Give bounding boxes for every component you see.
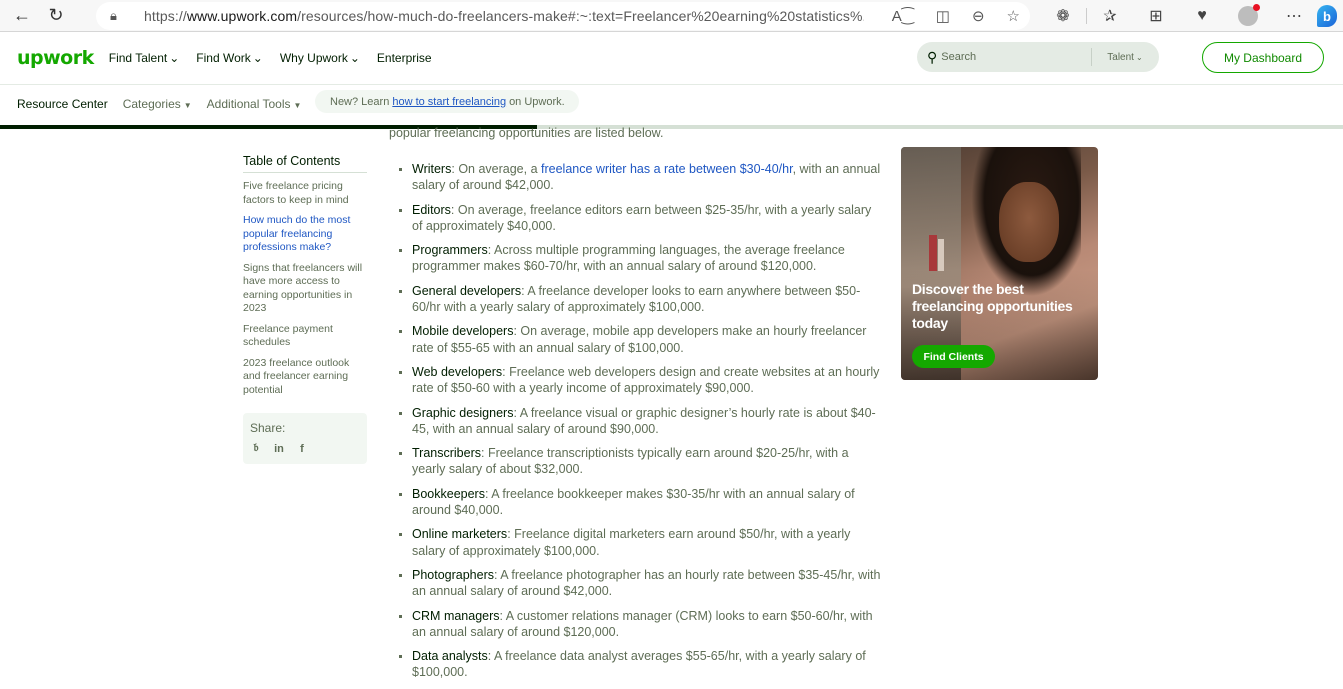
profession-term: Web developers	[412, 364, 503, 379]
toc-item[interactable]: Freelance payment schedules	[243, 323, 367, 350]
list-item: Editors: On average, freelance editors e…	[398, 202, 883, 235]
upwork-logo[interactable]: upwork	[17, 47, 94, 69]
profession-term: Graphic designers	[412, 405, 514, 420]
profile-icon[interactable]	[1225, 4, 1271, 26]
extensions-icon[interactable]: ❁	[1040, 6, 1086, 26]
browser-toolbar: ← ↻ 🔒︎ https://www.upwork.com/resources/…	[0, 0, 1343, 32]
profession-term: Online marketers	[412, 527, 508, 542]
back-icon[interactable]: ←	[5, 0, 39, 32]
toc-item[interactable]: How much do the most popular freelancing…	[243, 214, 367, 255]
bing-icon[interactable]: b	[1317, 5, 1343, 27]
twitter-icon[interactable]: 𝔟	[250, 442, 262, 455]
list-item: Photographers: A freelance photographer …	[398, 567, 883, 600]
search-divider	[1091, 48, 1093, 66]
resource-subnav: Resource Center Categories ▼ Additional T…	[0, 85, 1343, 122]
immersive-reader-icon[interactable]: ◫	[936, 7, 950, 25]
list-item: CRM managers: A customer relations manag…	[398, 608, 883, 641]
address-bar[interactable]: 🔒︎ https://www.upwork.com/resources/how-…	[96, 2, 1030, 30]
nav-why-upwork[interactable]: Why Upwork ⌄	[280, 51, 360, 65]
promo-suffix: on Upwork.	[509, 95, 565, 108]
table-of-contents: Table of Contents Five freelance pricing…	[243, 154, 367, 464]
url-text[interactable]: https://www.upwork.com/resources/how-muc…	[144, 8, 864, 24]
toc-title: Table of Contents	[243, 154, 367, 173]
toc-item[interactable]: Five freelance pricing factors to keep i…	[243, 180, 367, 207]
site-header: upwork Find Talent ⌄ Find Work ⌄ Why Upwor…	[0, 32, 1343, 85]
my-dashboard-button[interactable]: My Dashboard	[1202, 42, 1324, 73]
health-icon[interactable]: ♥	[1179, 7, 1225, 25]
ad-image-face	[999, 182, 1059, 262]
inline-link[interactable]: freelance writer has a rate between $30-…	[541, 162, 793, 176]
search-input[interactable]	[941, 51, 1092, 63]
profession-description: On average, freelance editors earn betwe…	[412, 202, 872, 233]
profession-term: Programmers	[412, 243, 488, 258]
more-icon[interactable]: ⋯	[1271, 6, 1317, 26]
caret-down-icon: ▼	[293, 100, 302, 110]
refresh-icon[interactable]: ↻	[39, 0, 73, 32]
list-item: Mobile developers: On average, mobile ap…	[398, 323, 883, 356]
profession-term: Mobile developers	[412, 324, 514, 339]
start-freelancing-link[interactable]: how to start freelancing	[392, 96, 506, 108]
ad-image-book	[929, 235, 937, 271]
ad-image-book	[938, 239, 944, 271]
intro-text: popular freelancing opportunities are li…	[389, 126, 664, 140]
additional-tools-dropdown[interactable]: Additional Tools ▼	[207, 97, 302, 111]
promo-prefix: New? Learn	[330, 95, 390, 108]
nav-enterprise[interactable]: Enterprise	[377, 51, 432, 65]
categories-dropdown[interactable]: Categories ▼	[123, 97, 192, 111]
chevron-down-icon: ⌄	[349, 51, 360, 65]
collections-icon[interactable]: ⊞	[1133, 6, 1179, 26]
profession-term: Photographers	[412, 567, 495, 582]
search-category-dropdown[interactable]: Talent ⌄	[1107, 52, 1142, 63]
nav-find-talent[interactable]: Find Talent ⌄	[109, 51, 180, 65]
profession-term: Bookkeepers	[412, 486, 485, 501]
ad-title: Discover the best freelancing opportunit…	[912, 281, 1073, 331]
share-label: Share:	[250, 421, 286, 435]
toc-item[interactable]: 2023 freelance outlook and freelancer ea…	[243, 357, 367, 398]
caret-down-icon: ▼	[183, 100, 192, 110]
list-item: Online marketers: Freelance digital mark…	[398, 526, 883, 559]
promo-banner: New? Learn how to start freelancing on U…	[315, 90, 579, 113]
list-item: Web developers: Freelance web developers…	[398, 364, 883, 397]
search-box: ⚲ Talent⌄	[917, 42, 1159, 72]
ad-card[interactable]: Discover the best freelancing opportunit…	[901, 147, 1098, 380]
profession-term: General developers	[412, 283, 522, 298]
profession-term: Data analysts	[412, 649, 488, 664]
nav-find-work[interactable]: Find Work ⌄	[196, 51, 263, 65]
share-box: Share: 𝔟 in f	[243, 413, 367, 464]
profession-term: Transcribers	[412, 446, 481, 461]
facebook-icon[interactable]: f	[296, 443, 308, 455]
chevron-down-icon: ⌄	[1135, 52, 1143, 62]
list-item: Data analysts: A freelance data analyst …	[398, 648, 883, 681]
profession-term: Writers	[412, 162, 452, 176]
list-item: Transcribers: Freelance transcriptionist…	[398, 445, 883, 478]
profession-term: CRM managers	[412, 608, 500, 623]
list-item: Bookkeepers: A freelance bookkeeper make…	[398, 486, 883, 519]
zoom-out-icon[interactable]: ⊖	[972, 7, 985, 25]
list-item: Programmers: Across multiple programming…	[398, 242, 883, 275]
chevron-down-icon: ⌄	[252, 51, 263, 65]
linkedin-icon[interactable]: in	[273, 443, 285, 455]
avatar[interactable]	[1238, 4, 1260, 26]
main-nav: Find Talent ⌄ Find Work ⌄ Why Upwork ⌄ Ente…	[109, 51, 432, 65]
favorite-icon[interactable]: ☆	[1007, 7, 1020, 25]
resource-center-link[interactable]: Resource Center	[17, 97, 108, 111]
article-area: popular freelancing opportunities are li…	[0, 126, 1343, 685]
read-aloud-icon[interactable]: A⁐	[892, 7, 914, 25]
lock-icon[interactable]: 🔒︎	[110, 8, 130, 24]
toc-item[interactable]: Signs that freelancers will have more ac…	[243, 262, 367, 316]
salary-list: Writers: On average, a freelance writer …	[398, 161, 883, 689]
chevron-down-icon: ⌄	[169, 51, 180, 65]
list-item: Graphic designers: A freelance visual or…	[398, 405, 883, 438]
profession-description: On average, a	[454, 162, 542, 176]
find-clients-button[interactable]: Find Clients	[912, 345, 995, 368]
favorites-icon[interactable]: ✰	[1087, 6, 1133, 26]
profession-term: Editors	[412, 202, 451, 217]
list-item: Writers: On average, a freelance writer …	[398, 161, 883, 194]
list-item: General developers: A freelance develope…	[398, 283, 883, 316]
search-icon[interactable]: ⚲	[927, 49, 937, 66]
